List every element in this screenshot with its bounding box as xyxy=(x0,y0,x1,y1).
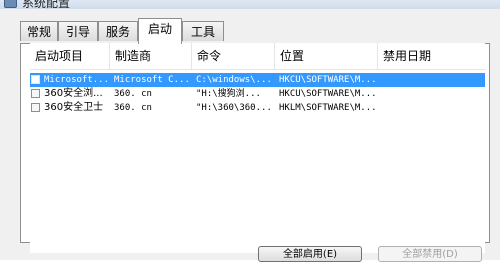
column-header-disabled-date[interactable]: 禁用日期 xyxy=(378,43,468,69)
cell-location: HKCU\SOFTWARE\M... xyxy=(279,89,377,99)
table-row[interactable]: Microsoft... Microsoft C... C:\windows\.… xyxy=(30,73,485,87)
cell-startup-item: 360安全卫士 xyxy=(44,102,104,113)
cell-command: C:\windows\... xyxy=(196,75,272,85)
cell-manufacturer: 360. cn xyxy=(114,89,152,99)
tab-startup[interactable]: 启动 xyxy=(138,18,182,44)
cell-location: HKLM\SOFTWARE\M... xyxy=(279,103,377,113)
tab-tools[interactable]: 工具 xyxy=(182,21,224,41)
row-checkbox[interactable] xyxy=(31,89,40,98)
cell-disabled-date xyxy=(382,87,468,101)
list-header: 启动项目 制造商 命令 位置 禁用日期 xyxy=(30,43,485,70)
row-checkbox[interactable] xyxy=(31,75,40,84)
system-config-icon xyxy=(4,0,17,8)
tab-services[interactable]: 服务 xyxy=(98,21,138,41)
cell-manufacturer: 360. cn xyxy=(114,103,152,113)
tab-general[interactable]: 常规 xyxy=(20,21,58,41)
row-checkbox[interactable] xyxy=(31,103,40,112)
column-header-manufacturer[interactable]: 制造商 xyxy=(110,43,192,69)
cell-disabled-date xyxy=(382,101,468,115)
cell-disabled-date xyxy=(382,73,468,87)
dialog-body: 常规 引导 服务 启动 工具 启动项目 制造商 命令 位置 禁用日期 Micro… xyxy=(0,9,500,262)
tab-boot[interactable]: 引导 xyxy=(58,21,98,41)
column-header-command[interactable]: 命令 xyxy=(192,43,275,69)
table-row[interactable]: 360安全卫士 360. cn "H:\360\360... HKLM\SOFT… xyxy=(30,101,485,115)
cell-manufacturer: Microsoft C... xyxy=(114,75,190,85)
table-row[interactable]: 360安全浏... 360. cn "H:\搜狗浏... HKCU\SOFTWA… xyxy=(30,87,485,101)
startup-list[interactable]: 启动项目 制造商 命令 位置 禁用日期 Microsoft... Microso… xyxy=(30,43,485,253)
cell-startup-item: 360安全浏... xyxy=(44,88,103,99)
cell-command: "H:\360\360... xyxy=(196,103,272,113)
cell-location: HKCU\SOFTWARE\M... xyxy=(279,75,377,85)
window-titlebar: 系统配置 xyxy=(0,0,500,9)
tab-strip: 常规 引导 服务 启动 工具 xyxy=(20,18,490,44)
cell-startup-item: Microsoft... xyxy=(44,75,110,85)
column-header-location[interactable]: 位置 xyxy=(275,43,378,69)
cell-command: "H:\搜狗浏... xyxy=(196,89,261,99)
column-header-startup-item[interactable]: 启动项目 xyxy=(30,43,110,69)
window-title: 系统配置 xyxy=(22,0,71,9)
